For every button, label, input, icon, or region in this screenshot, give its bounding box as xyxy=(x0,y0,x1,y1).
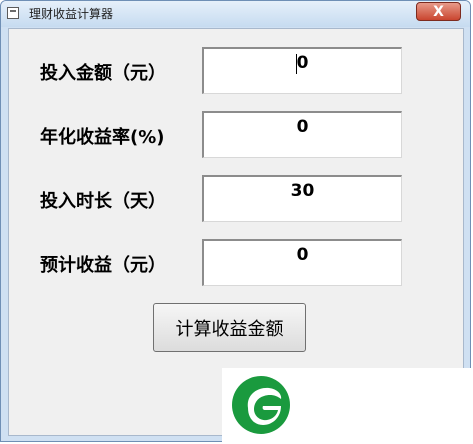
principal-input[interactable]: 0 xyxy=(202,47,402,94)
annual-rate-value: 0 xyxy=(296,117,309,137)
annual-rate-label: 年化收益率(%) xyxy=(40,127,165,148)
close-button[interactable]: X xyxy=(416,2,461,21)
duration-input[interactable]: 30 xyxy=(202,175,402,222)
text-caret xyxy=(296,54,297,74)
close-icon: X xyxy=(433,3,444,20)
calculate-button[interactable]: 计算收益金额 xyxy=(153,303,306,352)
watermark-overlay xyxy=(222,368,473,444)
duration-value: 30 xyxy=(290,181,315,201)
window-title: 理财收益计算器 xyxy=(29,7,114,21)
title-bar[interactable]: 理财收益计算器 X xyxy=(1,1,470,27)
expected-return-output[interactable]: 0 xyxy=(202,239,402,286)
principal-value: 0 xyxy=(296,53,309,73)
principal-label: 投入金额（元） xyxy=(40,63,166,84)
leaf-logo-icon xyxy=(232,376,290,434)
annual-rate-input[interactable]: 0 xyxy=(202,111,402,158)
duration-label: 投入时长（天） xyxy=(40,191,166,212)
expected-return-value: 0 xyxy=(296,245,309,265)
expected-return-label: 预计收益（元） xyxy=(40,255,166,276)
app-icon xyxy=(7,7,19,19)
